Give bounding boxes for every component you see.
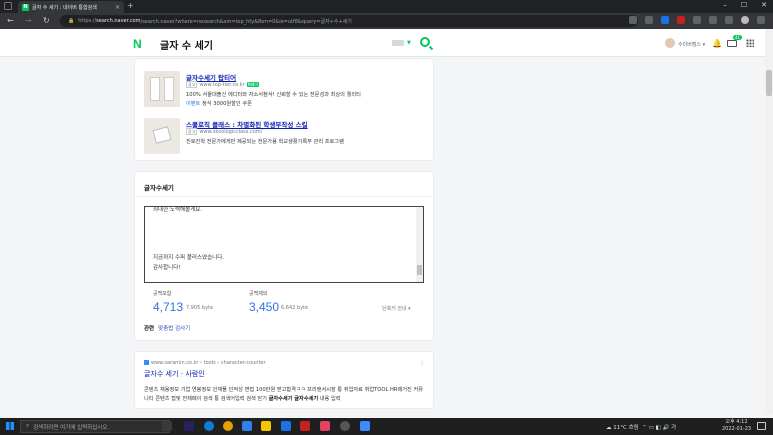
tab-title: 글자 수 세기 : 네이버 통합검색 [32, 4, 97, 11]
with-space-count: 4,713 [153, 300, 184, 314]
app-icon[interactable] [340, 421, 350, 431]
tab-close-icon[interactable]: × [115, 4, 120, 11]
search-query-input[interactable]: 글자 수 세기 [160, 37, 213, 52]
minimize-icon[interactable]: – [723, 1, 727, 9]
taskbar-clock[interactable]: 오후 4:12 2022-01-23 [722, 419, 751, 433]
edge-icon[interactable] [204, 421, 214, 431]
tab-actions-icon[interactable] [4, 2, 12, 10]
app-icon[interactable] [281, 421, 291, 431]
search-icon[interactable] [420, 37, 430, 47]
extension-icon[interactable] [677, 16, 685, 24]
app-icon[interactable] [242, 421, 252, 431]
extension-icons [629, 16, 765, 24]
ads-card: 글자수세기 탑티어 광고 www.top-tier.co.kr N페이 100% 서… [135, 59, 433, 160]
naver-logo[interactable]: N [133, 37, 142, 51]
text-line: 지금까지 수퍼 플러스였습니다. [153, 255, 225, 261]
favorites-icon[interactable] [709, 16, 717, 24]
kakaotalk-icon[interactable] [261, 421, 271, 431]
window-controls: – ☐ ✕ [723, 1, 767, 9]
spellcheck-link[interactable]: 맞춤법 검사기 [158, 326, 190, 332]
new-tab-icon[interactable]: + [127, 1, 134, 10]
scroll-thumb[interactable] [417, 265, 422, 275]
keyboard-icon[interactable] [392, 40, 404, 46]
collections-icon[interactable] [725, 16, 733, 24]
app-icon[interactable] [300, 421, 310, 431]
text-line: 감사합니다! [153, 265, 181, 271]
maximize-icon[interactable]: ☐ [741, 1, 747, 9]
without-space-count: 3,450 [249, 300, 280, 314]
search-icon: ⌕ [26, 423, 30, 429]
lock-icon: 🔒 [68, 18, 75, 24]
reload-icon[interactable]: ↻ [43, 16, 50, 25]
windows-taskbar: ⌕ 검색하려면 여기에 입력하십시오. ☁ 11°C 흐림 ⌃ ▭ ◧ 🔊 가 … [0, 418, 773, 435]
result-site[interactable]: www.saramin.co.kr › tools › character-co… [144, 360, 266, 366]
system-tray[interactable]: ☁ 11°C 흐림 ⌃ ▭ ◧ 🔊 가 [606, 423, 676, 431]
premiere-icon[interactable] [184, 421, 194, 431]
ad-url: 광고 www.top-tier.co.kr N페이 [186, 81, 260, 88]
text-line: 최대한 노력해볼게요. [153, 207, 203, 213]
forward-icon[interactable]: → [25, 16, 32, 25]
search-result-card: www.saramin.co.kr › tools › character-co… [135, 352, 433, 408]
ad-description: 진로진학 전문가에게만 제공되는 전문가용 학교생활기록부 관리 프로그램 [186, 139, 344, 145]
without-space-bytes: 6,642 byte [281, 305, 309, 311]
result-title[interactable]: 글자수 세기 - 사람인 [144, 369, 205, 379]
ad-thumbnail[interactable] [144, 118, 180, 154]
extension-icon[interactable] [693, 16, 701, 24]
user-name[interactable]: 수미버캠스 ▾ [678, 41, 705, 48]
ad-thumbnail[interactable] [144, 71, 180, 107]
naver-favicon-icon: N [22, 3, 29, 11]
textarea-scrollbar[interactable] [416, 207, 423, 282]
ad-url: 광고 www.skoologicclass.com/ [186, 128, 263, 135]
site-favicon-icon [144, 360, 149, 365]
taskbar-search-input[interactable]: ⌕ 검색하려면 여기에 입력하십시오. [20, 420, 170, 433]
section-title: 글자수세기 [144, 184, 174, 192]
more-menu-icon[interactable] [757, 16, 765, 24]
related-label: 관련 [144, 326, 155, 332]
page-scroll-thumb[interactable] [766, 70, 772, 96]
address-bar-row: ← → ↻ 🔒 https://search.naver.com/search.… [0, 13, 773, 29]
without-space-label: 공백제외 [249, 291, 268, 297]
back-icon[interactable]: ← [7, 16, 14, 25]
with-space-label: 공백포함 [153, 291, 172, 297]
app-grid-icon[interactable] [746, 39, 754, 47]
bell-icon[interactable]: 🔔 [712, 39, 722, 48]
shortcut-guide-button[interactable]: 단축키 안내 ▾ [382, 305, 411, 312]
result-description: 콘텐츠 채용정보 기업 연봉정보 인재풀 인적성 면접 100만원 받고합격ㅋㅋ… [144, 387, 424, 402]
chrome-icon[interactable] [223, 421, 233, 431]
url-input[interactable]: 🔒 https://search.naver.com/search.naver?… [60, 15, 638, 27]
browser-tab-active[interactable]: N 글자 수 세기 : 네이버 통합검색 × [18, 1, 124, 13]
notification-icon[interactable] [757, 422, 766, 430]
naver-header: N 글자 수 세기 ▼ 수미버캠스 ▾ 🔔 41 [0, 29, 765, 57]
text-input-area[interactable]: 최대한 노력해볼게요. 지금까지 수퍼 플러스였습니다. 감사합니다! [144, 206, 424, 283]
character-counter-card: 글자수세기 최대한 노력해볼게요. 지금까지 수퍼 플러스였습니다. 감사합니다… [135, 172, 433, 340]
browser-tab-bar: N 글자 수 세기 : 네이버 통합검색 × + – ☐ ✕ [0, 0, 773, 13]
avatar[interactable] [665, 38, 675, 48]
mail-count-badge: 41 [733, 35, 743, 40]
ad-extra: 이벤트 정식 3000원할인 쿠폰 [186, 101, 252, 107]
extension-icon[interactable] [661, 16, 669, 24]
divider [135, 196, 433, 197]
profile-icon[interactable] [741, 16, 749, 24]
task-view-icon[interactable] [162, 421, 172, 431]
app-icon[interactable] [320, 421, 330, 431]
related-links: 관련 맞춤법 검사기 [144, 324, 190, 332]
ad-description: 100% 서울대출신 에디터와 자소서첨삭! 신뢰할 수 있는 전문성과 최상의… [186, 92, 361, 98]
extension-icon[interactable] [629, 16, 637, 24]
with-space-bytes: 7,905 byte [186, 305, 214, 311]
app-icon[interactable] [360, 421, 370, 431]
close-window-icon[interactable]: ✕ [761, 1, 767, 9]
ad-title[interactable]: 스쿨로직 클래스 : 차별화된 학생부작성 스킬 [186, 119, 308, 129]
more-options-icon[interactable]: ⋮ [419, 360, 425, 367]
chevron-down-icon[interactable]: ▼ [407, 40, 411, 46]
windows-start-icon[interactable] [6, 422, 14, 430]
extension-icon[interactable] [645, 16, 653, 24]
mail-icon[interactable] [727, 40, 737, 47]
